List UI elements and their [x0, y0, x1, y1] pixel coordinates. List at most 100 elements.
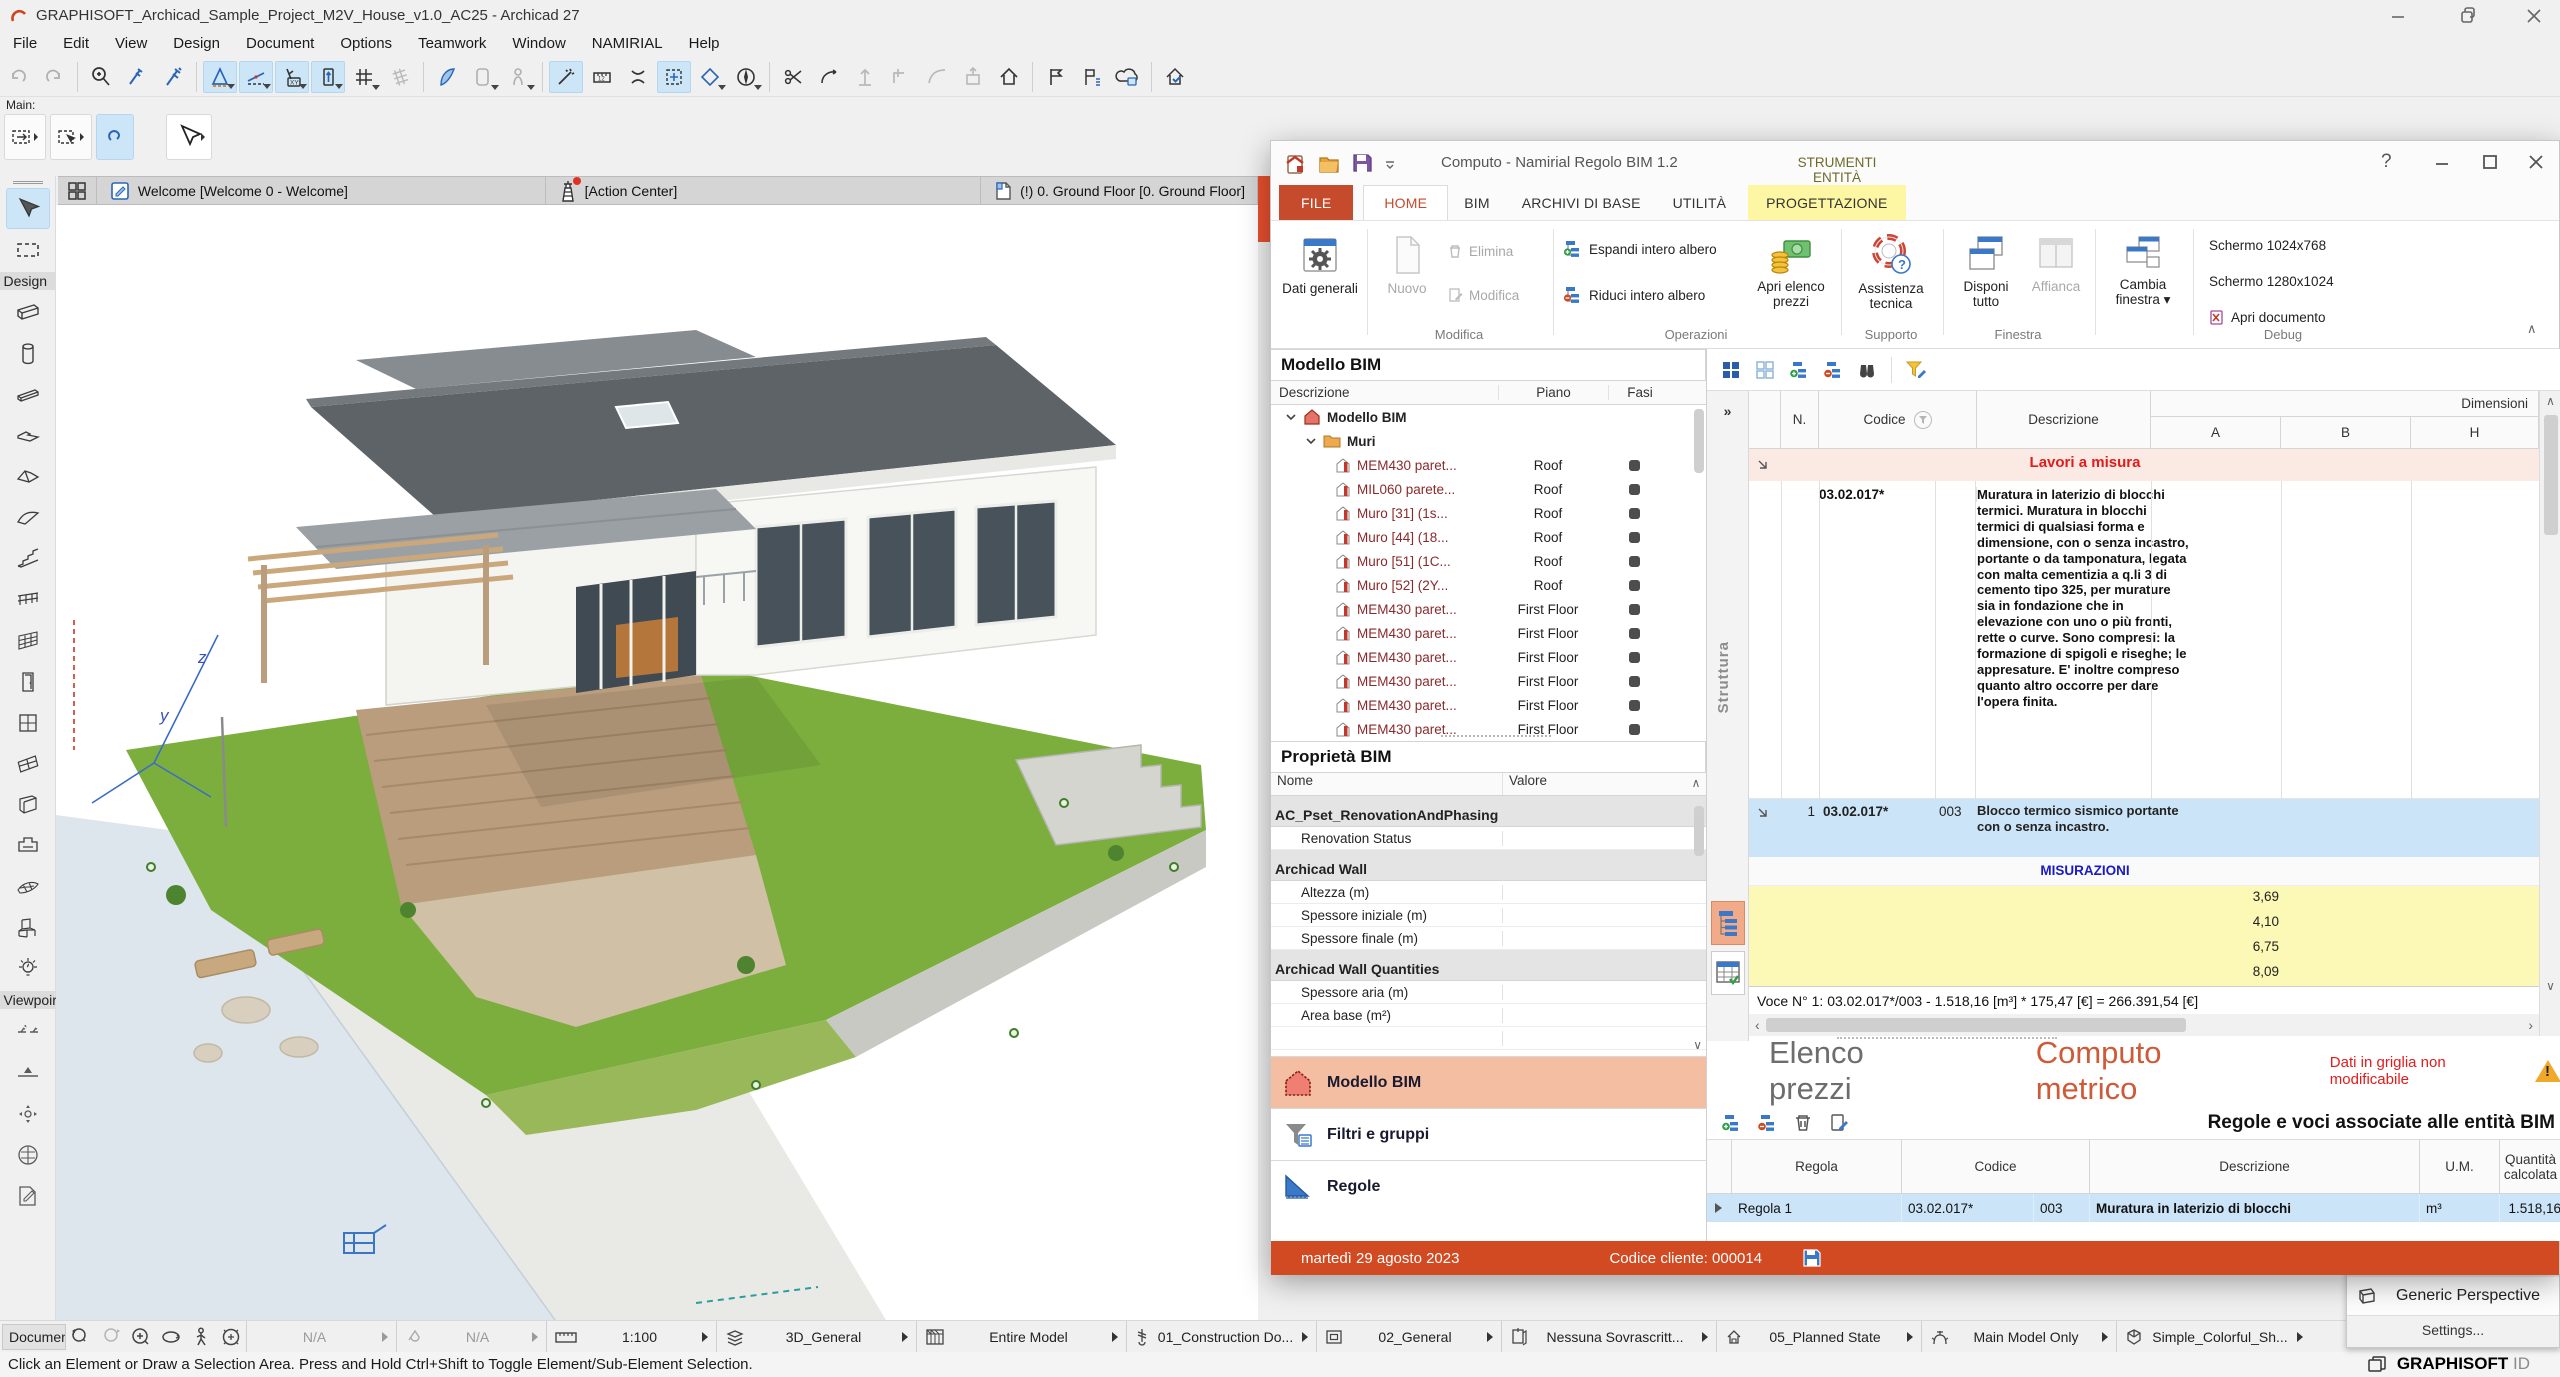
detail-tool[interactable]: [6, 1175, 50, 1216]
menu-edit[interactable]: Edit: [50, 35, 102, 52]
snap-guides-icon[interactable]: [239, 61, 273, 93]
rules-collapse-icon[interactable]: [1753, 1110, 1781, 1136]
teamwork-cloud-icon[interactable]: [1111, 61, 1145, 93]
binoculars-icon[interactable]: [1853, 357, 1881, 383]
header-descrizione[interactable]: Descrizione: [1977, 391, 2151, 449]
restore-icon[interactable]: [2456, 4, 2480, 28]
tab-home[interactable]: HOME: [1363, 185, 1448, 220]
prop-group[interactable]: Archicad Wall: [1271, 857, 1706, 881]
menu-options[interactable]: Options: [327, 35, 405, 52]
scroll-up-icon[interactable]: ∧: [2540, 391, 2560, 411]
tree-item[interactable]: MEM430 paret...First Floor: [1271, 621, 1706, 645]
tab-action-center[interactable]: [Action Center]: [546, 177, 982, 204]
menu-document[interactable]: Document: [233, 35, 327, 52]
zone-tool[interactable]: [6, 825, 50, 866]
app-home-icon[interactable]: [1283, 152, 1307, 176]
apri-elenco-prezzi-button[interactable]: Apri elenco prezzi: [1749, 229, 1833, 333]
qo-3d-style[interactable]: Simple_Colorful_Sh...: [2116, 1321, 2311, 1353]
home-story-icon[interactable]: [992, 61, 1026, 93]
elevation-snap-icon[interactable]: [311, 61, 345, 93]
place-module-button[interactable]: [4, 114, 46, 160]
tree-item[interactable]: Muro [31] (1s...Roof: [1271, 501, 1706, 525]
tab-computo-metrico[interactable]: Computo metrico: [2036, 1035, 2260, 1107]
graphisoft-id[interactable]: GRAPHISOFT ID: [2367, 1350, 2530, 1377]
tree-item[interactable]: MEM430 paret...First Floor: [1271, 693, 1706, 717]
3d-viewport[interactable]: z y: [56, 205, 1258, 1320]
tab-overview-icon[interactable]: [58, 180, 96, 202]
rules-header-codice[interactable]: Codice: [1902, 1140, 2090, 1194]
rotate-icon[interactable]: [693, 61, 727, 93]
menu-design[interactable]: Design: [160, 35, 233, 52]
tree-item[interactable]: MEM430 paret...First Floor: [1271, 597, 1706, 621]
palette-handle[interactable]: [13, 181, 43, 184]
stair-tool[interactable]: [6, 538, 50, 579]
column-filter-icon[interactable]: [1914, 411, 1932, 429]
col-descrizione[interactable]: Descrizione: [1271, 385, 1499, 400]
cancel-icon[interactable]: [621, 61, 655, 93]
tree-item[interactable]: MIL060 parete...Roof: [1271, 477, 1706, 501]
elevation-tool[interactable]: [6, 1052, 50, 1093]
tab-welcome[interactable]: Welcome [Welcome 0 - Welcome]: [97, 177, 546, 204]
collapse-row-icon[interactable]: [1757, 459, 1768, 470]
elevate-icon[interactable]: [956, 61, 990, 93]
open-folder-icon[interactable]: [1317, 152, 1341, 176]
schermo-1024-button[interactable]: Schermo 1024x768: [2209, 233, 2326, 257]
grid-view-icon[interactable]: [1751, 357, 1779, 383]
slab-tool[interactable]: [6, 415, 50, 456]
tree-scrollbar[interactable]: [1694, 409, 1704, 473]
scroll-left-icon[interactable]: ‹: [1749, 1017, 1766, 1033]
undo-icon[interactable]: [1, 61, 35, 93]
menu-view[interactable]: View: [102, 35, 160, 52]
zoom-in-icon[interactable]: [126, 1324, 156, 1350]
tab-ground-floor[interactable]: (!) 0. Ground Floor [0. Ground Floor]: [981, 177, 1258, 204]
redo-icon[interactable]: [37, 61, 71, 93]
guide-lines-icon[interactable]: [203, 61, 237, 93]
modifica-button[interactable]: Modifica: [1447, 283, 1519, 307]
collapse-panel-button[interactable]: »: [1707, 391, 1748, 419]
qo-scale[interactable]: 1:100: [546, 1321, 716, 1353]
qo-renovation-filter[interactable]: 05_Planned State: [1716, 1321, 1921, 1353]
prop-row[interactable]: Spessore finale (m): [1271, 927, 1706, 950]
prop-row[interactable]: Spessore aria (m): [1271, 981, 1706, 1004]
floppy-icon[interactable]: [1802, 1248, 1822, 1268]
section-splitter[interactable]: [1837, 1037, 2057, 1039]
measure-row[interactable]: 4,10: [1749, 911, 2539, 936]
tree-item[interactable]: MEM430 paret...First Floor: [1271, 669, 1706, 693]
tree-item[interactable]: MEM430 paret...Roof: [1271, 453, 1706, 477]
rotated-grid-icon[interactable]: [383, 61, 417, 93]
rules-header-regola[interactable]: Regola: [1732, 1140, 1902, 1194]
roof-tool[interactable]: [6, 456, 50, 497]
mesh-tool[interactable]: [6, 866, 50, 907]
column-tool[interactable]: [6, 333, 50, 374]
qo-model-view-options[interactable]: 02_General: [1316, 1321, 1501, 1353]
qo-structure-display[interactable]: Entire Model: [916, 1321, 1126, 1353]
header-h[interactable]: H: [2411, 417, 2539, 449]
prop-group[interactable]: Archicad Wall Quantities: [1271, 957, 1706, 981]
arrow-tool[interactable]: [6, 188, 50, 229]
riduci-albero-button[interactable]: Riduci intero albero: [1563, 283, 1705, 307]
header-codice[interactable]: Codice: [1819, 391, 1977, 449]
tab-elenco-prezzi[interactable]: Elenco prezzi: [1769, 1035, 1946, 1107]
col-fasi[interactable]: Fasi: [1609, 385, 1671, 400]
header-b[interactable]: B: [2281, 417, 2411, 449]
nav-regole[interactable]: Regole: [1271, 1160, 1706, 1212]
tree-item[interactable]: Muro [51] (1C...Roof: [1271, 549, 1706, 573]
frame-icon[interactable]: [466, 61, 500, 93]
skylight-tool[interactable]: [6, 743, 50, 784]
prop-scrollbar[interactable]: [1694, 806, 1704, 856]
schermo-1280-button[interactable]: Schermo 1280x1024: [2209, 269, 2334, 293]
close-icon[interactable]: [2522, 4, 2546, 28]
menu-file[interactable]: File: [0, 35, 50, 52]
tree-item[interactable]: Muro [44] (18...Roof: [1271, 525, 1706, 549]
document-tab[interactable]: Documen: [2, 1324, 66, 1350]
compass-icon[interactable]: [729, 61, 763, 93]
qo-layer-combination[interactable]: 3D_General: [716, 1321, 916, 1353]
prop-scroll-down-icon[interactable]: ∨: [1693, 1038, 1702, 1052]
nav-filtri-gruppi[interactable]: Filtri e gruppi: [1271, 1108, 1706, 1160]
drag-icon[interactable]: [848, 61, 882, 93]
disponi-tutto-button[interactable]: Disponi tutto: [1951, 229, 2021, 333]
flag-list-icon[interactable]: [1075, 61, 1109, 93]
gravity-icon[interactable]: [430, 61, 464, 93]
prop-row[interactable]: Area base (m²): [1271, 1004, 1706, 1027]
settings-button[interactable]: Settings...: [2347, 1315, 2559, 1343]
